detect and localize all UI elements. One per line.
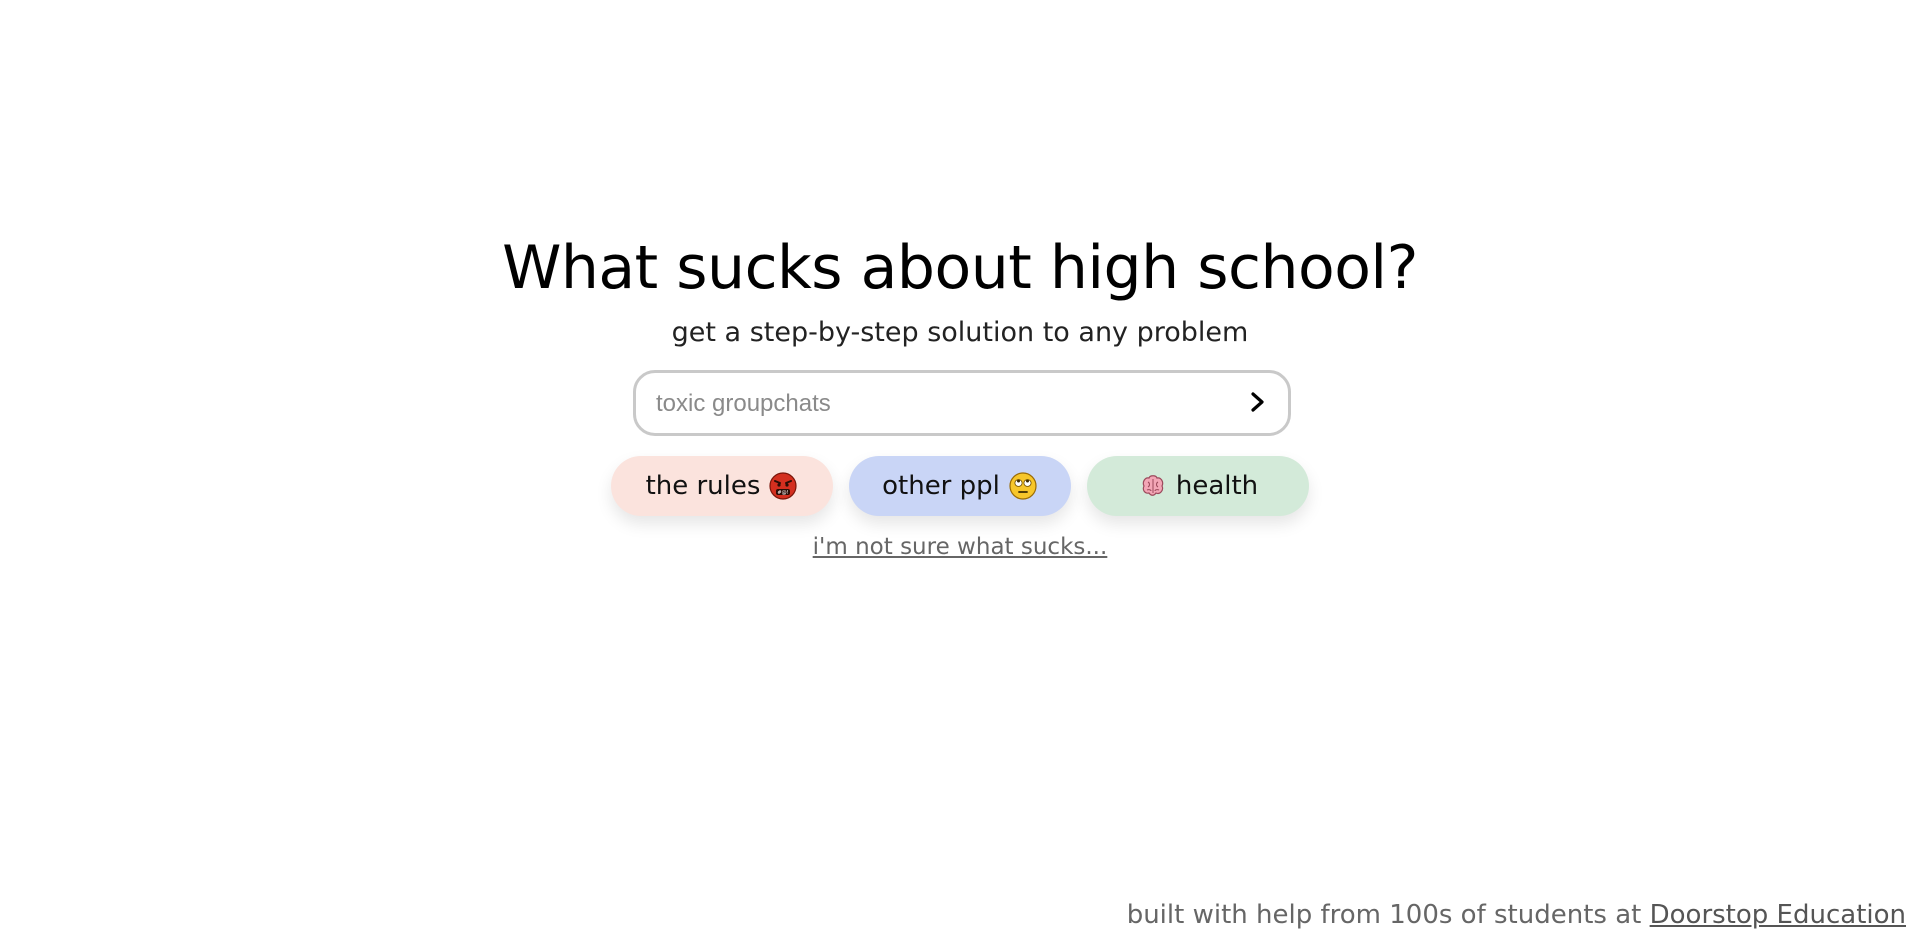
topic-chips: the rules #@! other ppl health — [0, 456, 1920, 516]
footer: built with help from 100s of students at… — [1127, 895, 1906, 935]
search-box — [633, 370, 1291, 436]
unsure-link-wrap: i'm not sure what sucks... — [0, 528, 1920, 566]
submit-button[interactable] — [1238, 383, 1278, 423]
chip-health[interactable]: health — [1087, 456, 1309, 516]
face-with-rolling-eyes-icon — [1008, 471, 1038, 501]
page: What sucks about high school? get a step… — [0, 0, 1920, 940]
chip-label: the rules — [645, 471, 761, 501]
angry-face-with-symbols-icon: #@! — [768, 471, 798, 501]
unsure-link[interactable]: i'm not sure what sucks... — [813, 534, 1108, 560]
chip-the-rules[interactable]: the rules #@! — [611, 456, 833, 516]
doorstop-education-link[interactable]: Doorstop Education — [1650, 900, 1906, 930]
page-title: What sucks about high school? — [502, 233, 1418, 303]
page-subtitle: get a step-by-step solution to any probl… — [671, 317, 1249, 348]
chevron-right-icon — [1248, 391, 1268, 416]
svg-text:#@!: #@! — [778, 490, 789, 496]
brain-icon — [1138, 471, 1168, 501]
chip-label: other ppl — [882, 471, 1000, 501]
chip-label: health — [1175, 471, 1259, 501]
chip-other-ppl[interactable]: other ppl — [849, 456, 1071, 516]
search-input[interactable] — [654, 373, 1218, 435]
footer-text: built with help from 100s of students at — [1126, 900, 1642, 930]
